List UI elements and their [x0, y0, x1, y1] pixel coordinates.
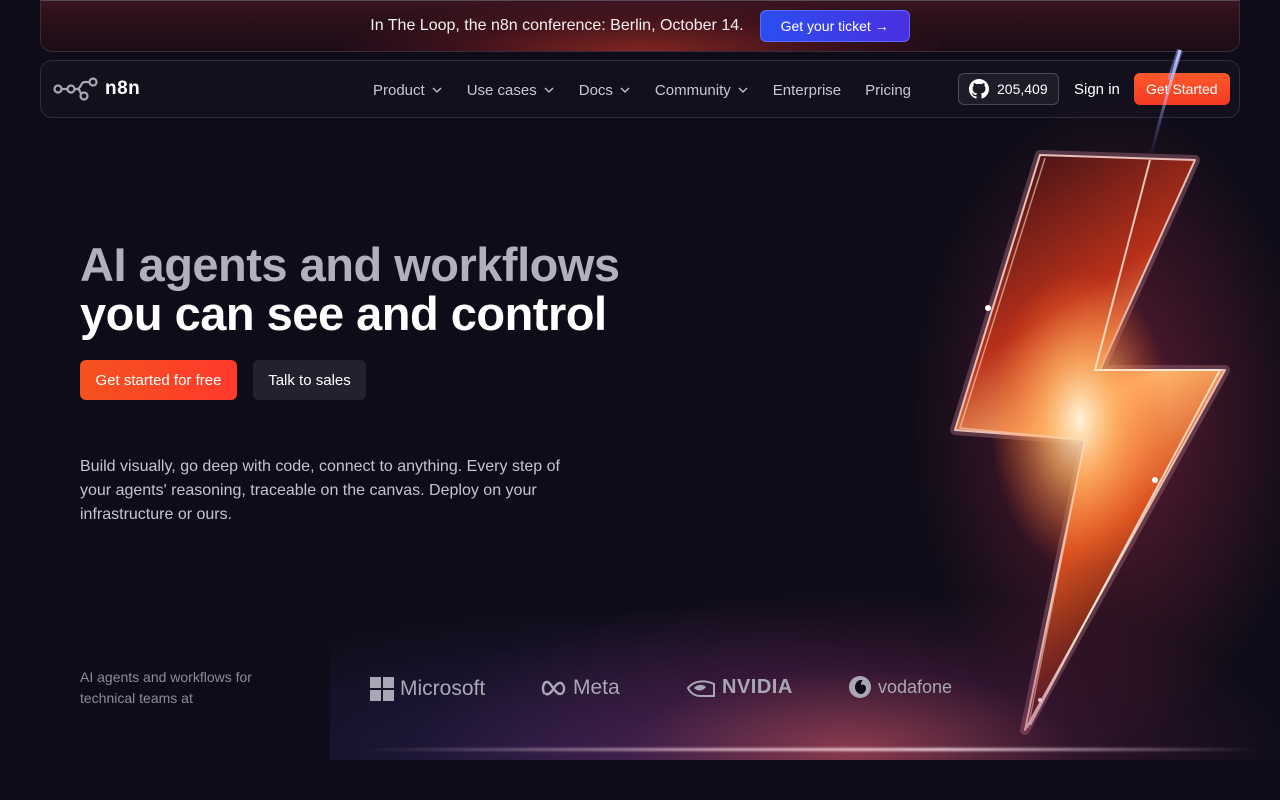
brand-nvidia-label: NVIDIA	[722, 676, 793, 698]
talk-to-sales-button[interactable]: Talk to sales	[253, 360, 366, 400]
nav-docs-label: Docs	[578, 81, 613, 99]
nav-community-label: Community	[654, 81, 731, 99]
hero-title: AI agents and workflows you can see and …	[80, 240, 680, 338]
nav-use-cases[interactable]: Use cases	[467, 82, 555, 99]
n8n-logo-icon	[53, 77, 98, 101]
brand-meta-label: Meta	[573, 676, 620, 699]
nvidia-logo-icon	[686, 679, 715, 697]
chevron-down-icon	[432, 87, 442, 93]
meta-logo-icon	[541, 680, 566, 696]
hero-title-line-1: AI agents and workflows	[80, 238, 620, 291]
n8n-logo[interactable]: n8n	[53, 76, 140, 102]
nav-product[interactable]: Product	[373, 82, 443, 99]
brand-vodafone: vodafone	[848, 675, 952, 699]
trust-caption: AI agents and workflows for technical te…	[80, 669, 252, 706]
chevron-down-icon	[738, 87, 748, 93]
microsoft-logo-icon	[370, 677, 394, 701]
nav-use-cases-label: Use cases	[466, 81, 537, 99]
bottom-glow	[330, 560, 1280, 760]
nav-links: Product Use cases Docs Community Enterpr…	[373, 61, 911, 119]
get-ticket-button[interactable]: Get your ticket →	[759, 10, 910, 42]
brand-vodafone-label: vodafone	[878, 676, 953, 697]
chevron-down-icon	[544, 87, 554, 93]
chevron-down-icon	[620, 87, 630, 93]
nav-product-label: Product	[373, 81, 425, 99]
vodafone-logo-icon	[849, 676, 871, 698]
nav-enterprise[interactable]: Enterprise	[773, 82, 841, 99]
banner-text: In The Loop, the n8n conference: Berlin,…	[370, 17, 744, 34]
nav-community[interactable]: Community	[655, 82, 749, 99]
brand-microsoft: Microsoft	[370, 677, 485, 701]
get-started-free-button[interactable]: Get started for free	[80, 360, 237, 400]
brand-microsoft-label: Microsoft	[400, 677, 486, 700]
hero-description: Build visually, go deep with code, conne…	[80, 458, 560, 523]
glow-horizon-line	[360, 748, 1260, 751]
brand-nvidia: NVIDIA	[686, 676, 793, 699]
hero-title-line-2: you can see and control	[80, 287, 607, 340]
brand-meta: Meta	[541, 676, 620, 700]
nav-docs[interactable]: Docs	[579, 82, 631, 99]
logo-text: n8n	[105, 78, 141, 99]
